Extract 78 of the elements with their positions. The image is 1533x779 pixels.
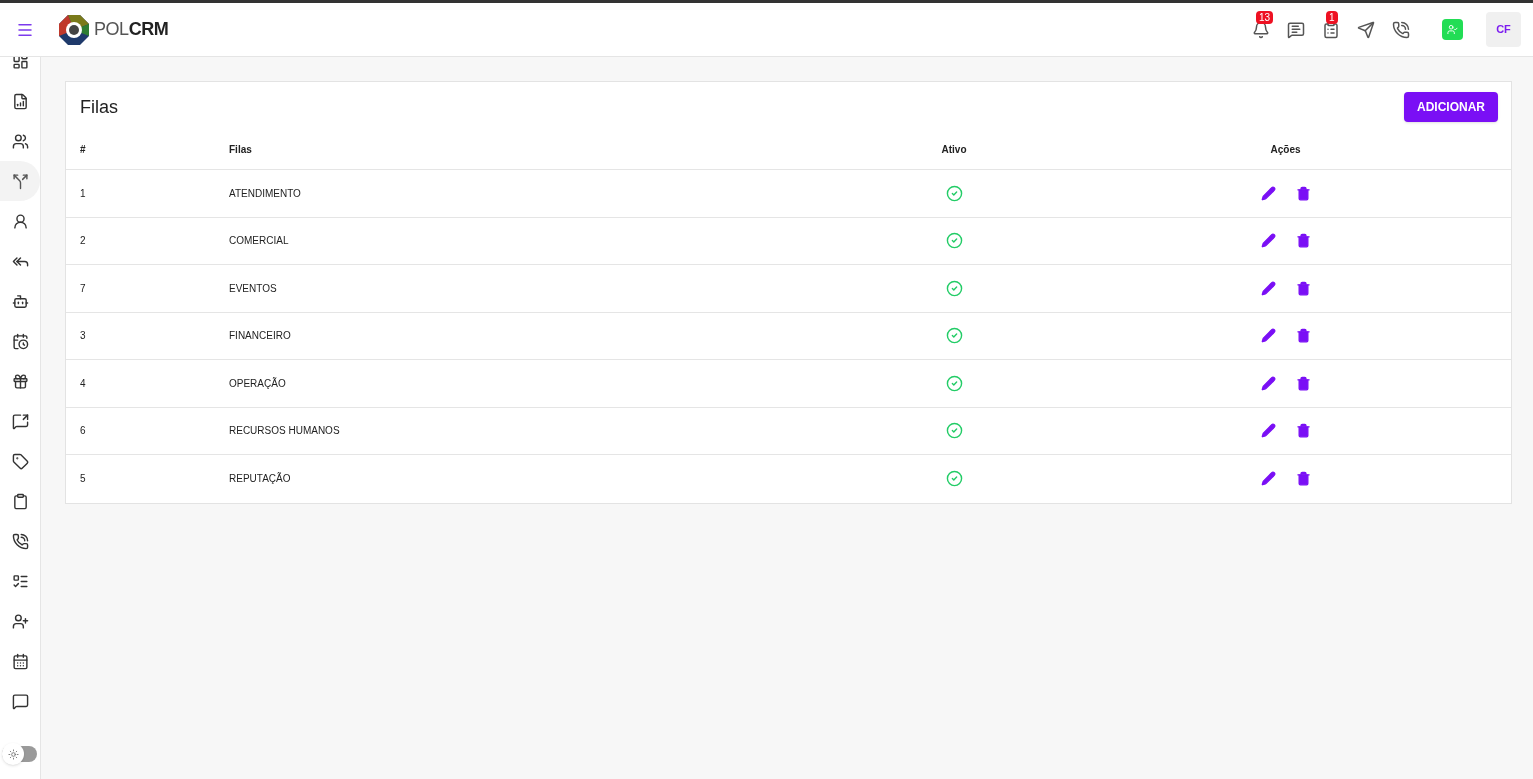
logo-text: POLCRM bbox=[94, 18, 169, 41]
list-icon bbox=[11, 572, 29, 590]
robot-icon bbox=[11, 292, 29, 310]
sun-icon bbox=[7, 748, 19, 760]
pencil-icon bbox=[1260, 185, 1276, 201]
table-cell-text: 6 bbox=[80, 424, 87, 439]
pencil-icon bbox=[1260, 233, 1276, 249]
theme-toggle[interactable] bbox=[2, 746, 37, 762]
person-check-icon bbox=[1447, 24, 1458, 35]
delete-button[interactable] bbox=[1295, 233, 1311, 249]
trash-icon bbox=[1295, 471, 1311, 487]
gift-icon bbox=[11, 372, 29, 390]
page-title: Filas bbox=[80, 95, 118, 119]
trash-icon bbox=[1295, 280, 1311, 296]
report-icon bbox=[11, 92, 29, 110]
person-icon bbox=[11, 212, 29, 230]
phone-icon bbox=[11, 532, 29, 550]
edit-button[interactable] bbox=[1260, 328, 1276, 344]
table-cell-text: FINANCEIRO bbox=[229, 329, 292, 344]
table-cell-text: REPUTAÇÃO bbox=[229, 471, 292, 487]
delete-button[interactable] bbox=[1295, 280, 1311, 296]
delete-button[interactable] bbox=[1295, 328, 1311, 344]
users-icon bbox=[11, 132, 29, 150]
table-cell-text: 1 bbox=[80, 186, 87, 201]
edit-button[interactable] bbox=[1260, 185, 1276, 201]
chat-icon bbox=[1287, 20, 1305, 39]
table-cell-text: 4 bbox=[80, 376, 87, 391]
edit-button[interactable] bbox=[1260, 375, 1276, 391]
table-cell-text: COMERCIAL bbox=[229, 234, 290, 249]
delete-button[interactable] bbox=[1295, 423, 1311, 439]
list-icon bbox=[1322, 20, 1340, 39]
table-cell-text: 3 bbox=[80, 329, 87, 344]
edit-button[interactable] bbox=[1260, 471, 1276, 487]
edit-button[interactable] bbox=[1260, 233, 1276, 249]
message-arrow-icon bbox=[11, 412, 29, 430]
pencil-icon bbox=[1260, 423, 1276, 439]
calendar-clock-icon bbox=[11, 332, 29, 350]
column-header: Filas bbox=[229, 143, 253, 157]
clipboard-icon bbox=[11, 492, 29, 510]
table-cell-text: 2 bbox=[80, 234, 87, 249]
table-cell-text: EVENTOS bbox=[229, 281, 278, 296]
logo-icon bbox=[58, 13, 90, 46]
phone-icon bbox=[1392, 20, 1410, 39]
trash-icon bbox=[1295, 423, 1311, 439]
trash-icon bbox=[1295, 375, 1311, 391]
send-button[interactable] bbox=[1356, 19, 1376, 40]
count-badge: 13 bbox=[1256, 10, 1274, 24]
column-header: Ativo bbox=[941, 143, 967, 157]
tag-icon bbox=[11, 452, 29, 470]
count-badge: 1 bbox=[1326, 10, 1338, 24]
table-cell-text: 7 bbox=[80, 281, 87, 296]
phone-button[interactable] bbox=[1391, 19, 1411, 40]
delete-button[interactable] bbox=[1295, 185, 1311, 201]
pencil-icon bbox=[1260, 471, 1276, 487]
column-header: # bbox=[80, 143, 87, 157]
edit-button[interactable] bbox=[1260, 423, 1276, 439]
add-button[interactable]: ADICIONAR bbox=[1404, 92, 1498, 122]
pencil-icon bbox=[1260, 375, 1276, 391]
table-cell-text: 5 bbox=[80, 472, 87, 487]
table-cell-text: ATENDIMENTO bbox=[229, 186, 302, 201]
trash-icon bbox=[1295, 185, 1311, 201]
avatar-button[interactable]: CF bbox=[1486, 12, 1521, 47]
calendar-icon bbox=[11, 652, 29, 670]
split-arrows-icon bbox=[11, 172, 29, 190]
trash-icon bbox=[1295, 233, 1311, 249]
send-icon bbox=[1357, 20, 1375, 39]
pencil-icon bbox=[1260, 328, 1276, 344]
delete-button[interactable] bbox=[1295, 375, 1311, 391]
dashboard-icon bbox=[11, 57, 29, 70]
person-add-icon bbox=[11, 612, 29, 630]
message-icon bbox=[11, 692, 29, 710]
delete-button[interactable] bbox=[1295, 471, 1311, 487]
table-cell-text: OPERAÇÃO bbox=[229, 376, 287, 391]
column-header: Ações bbox=[1270, 143, 1301, 157]
pencil-icon bbox=[1260, 280, 1276, 296]
table-cell-text: RECURSOS HUMANOS bbox=[229, 424, 341, 439]
edit-button[interactable] bbox=[1260, 280, 1276, 296]
trash-icon bbox=[1295, 328, 1311, 344]
